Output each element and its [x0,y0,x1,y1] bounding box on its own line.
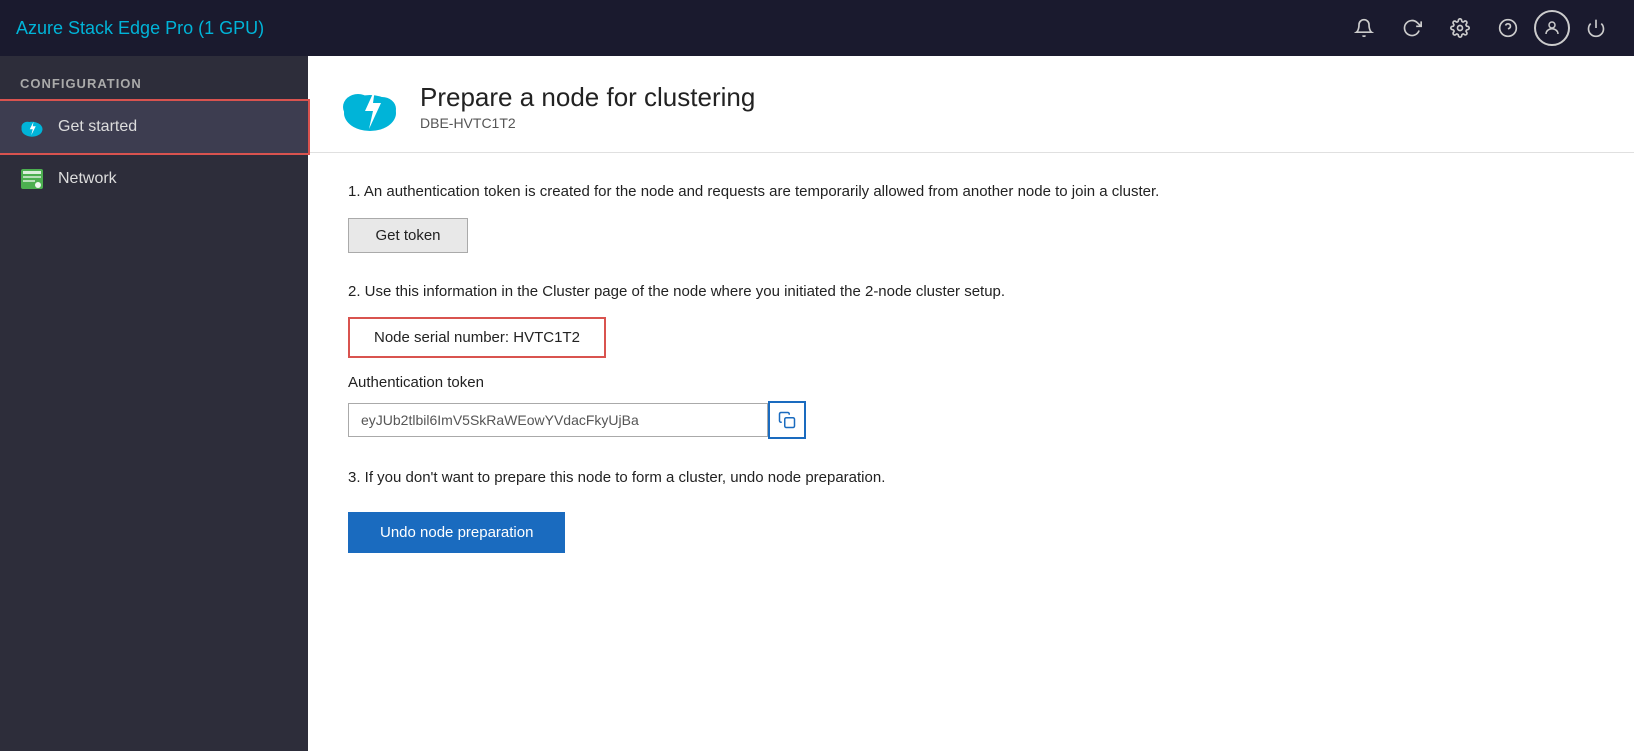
help-icon[interactable] [1486,6,1530,50]
content-header: Prepare a node for clustering DBE-HVTC1T… [308,56,1634,153]
copy-token-button[interactable] [768,401,806,439]
device-name: DBE-HVTC1T2 [420,115,755,131]
auth-token-label: Authentication token [348,374,1594,391]
settings-icon[interactable] [1438,6,1482,50]
content-header-text: Prepare a node for clustering DBE-HVTC1T… [420,82,755,131]
step-1: 1. An authentication token is created fo… [348,181,1594,253]
get-token-button[interactable]: Get token [348,218,468,253]
node-serial-label: Node serial number: HVTC1T2 [374,329,580,346]
step-3-text: 3. If you don't want to prepare this nod… [348,467,1594,490]
sidebar-item-get-started-label: Get started [58,118,137,136]
node-serial-box: Node serial number: HVTC1T2 [348,317,606,358]
step-3: 3. If you don't want to prepare this nod… [348,467,1594,553]
user-icon[interactable] [1534,10,1570,46]
step-2-text: 2. Use this information in the Cluster p… [348,281,1594,304]
cloud-icon [20,115,44,139]
content-body: 1. An authentication token is created fo… [308,153,1634,751]
refresh-icon[interactable] [1390,6,1434,50]
sidebar-item-get-started[interactable]: Get started [0,101,308,153]
page-title: Prepare a node for clustering [420,82,755,113]
main-layout: CONFIGURATION Get started [0,56,1634,751]
power-icon[interactable] [1574,6,1618,50]
sidebar: CONFIGURATION Get started [0,56,308,751]
sidebar-section-configuration: CONFIGURATION [0,56,308,101]
app-title: Azure Stack Edge Pro (1 GPU) [16,18,264,39]
token-row [348,401,1594,439]
topbar-icons [1342,6,1618,50]
network-icon [20,167,44,191]
undo-node-preparation-button[interactable]: Undo node preparation [348,512,565,553]
bell-icon[interactable] [1342,6,1386,50]
topbar: Azure Stack Edge Pro (1 GPU) [0,0,1634,56]
step-1-text: 1. An authentication token is created fo… [348,181,1594,204]
sidebar-item-network[interactable]: Network [0,153,308,205]
auth-token-input[interactable] [348,403,768,437]
step-2: 2. Use this information in the Cluster p… [348,281,1594,440]
header-cloud-icon [340,76,400,136]
content-area: Prepare a node for clustering DBE-HVTC1T… [308,56,1634,751]
sidebar-item-network-label: Network [58,170,117,188]
